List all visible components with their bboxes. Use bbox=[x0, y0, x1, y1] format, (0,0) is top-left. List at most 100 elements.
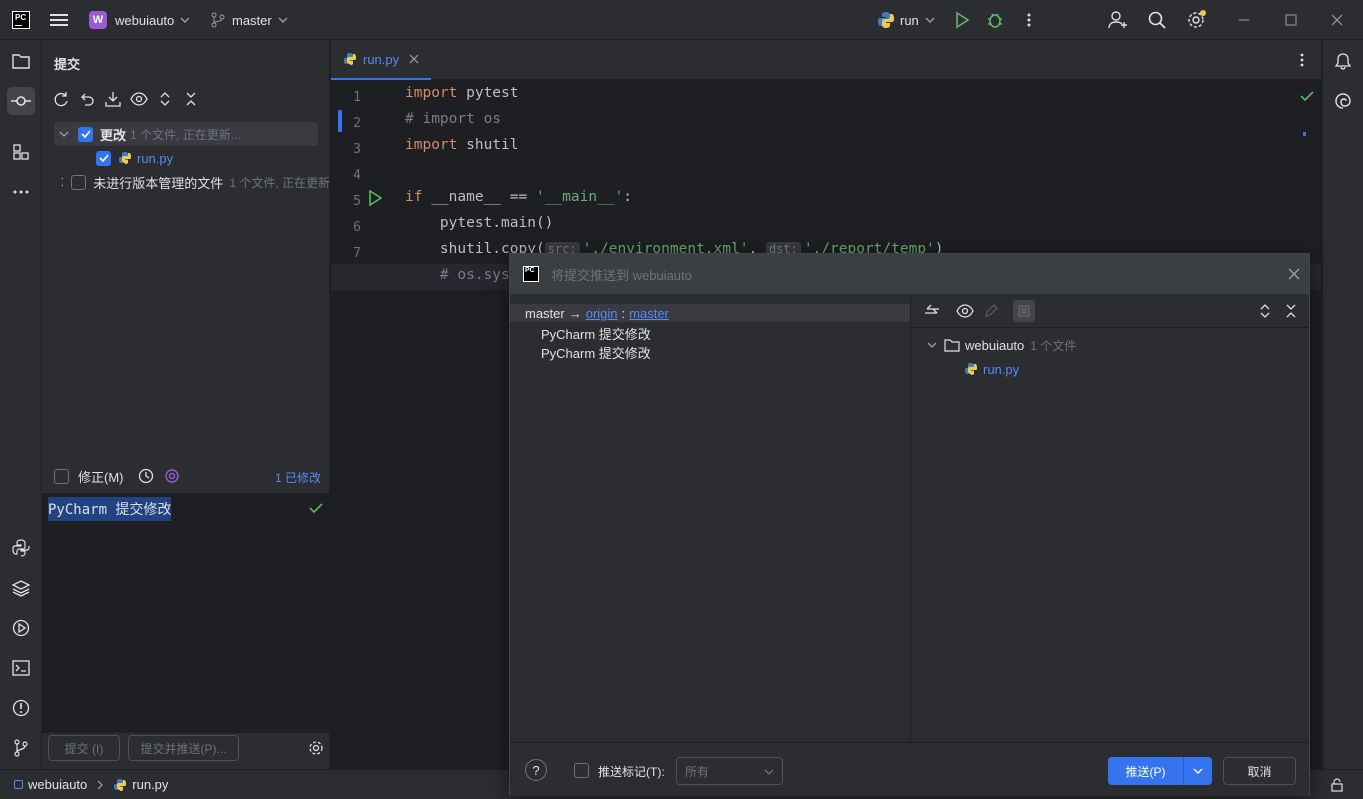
structure-icon[interactable] bbox=[7, 138, 35, 166]
left-tool-strip bbox=[0, 40, 42, 769]
run-config-selector[interactable]: run bbox=[877, 0, 937, 40]
remote-link[interactable]: origin bbox=[586, 306, 618, 321]
run-gutter-icon[interactable] bbox=[368, 190, 382, 206]
unversioned-files-row[interactable]: 未进行版本管理的文件 1 个文件, 正在更新 bbox=[54, 170, 330, 194]
ai-spiral-icon[interactable] bbox=[1334, 92, 1352, 110]
maximize-icon[interactable] bbox=[1285, 0, 1297, 40]
python-console-icon[interactable] bbox=[7, 534, 35, 562]
file-checkbox[interactable] bbox=[96, 150, 111, 166]
code-line-5[interactable]: if __name__ == '__main__': bbox=[405, 189, 632, 205]
push-tags-checkbox[interactable] bbox=[574, 763, 589, 778]
chevron-down-icon[interactable] bbox=[1192, 765, 1204, 777]
code-line-6[interactable]: pytest.main() bbox=[405, 215, 554, 231]
project-name: webuiauto bbox=[115, 12, 175, 28]
push-target-row[interactable]: master → origin : master bbox=[510, 304, 910, 322]
search-icon[interactable] bbox=[1148, 0, 1166, 40]
edit-pencil-icon[interactable] bbox=[984, 304, 998, 318]
commit-item[interactable]: PyCharm 提交修改 bbox=[541, 324, 651, 343]
run-config-name: run bbox=[900, 12, 919, 28]
lock-icon[interactable] bbox=[1330, 778, 1344, 792]
changes-checkbox[interactable] bbox=[78, 126, 93, 142]
collapse-all-icon[interactable] bbox=[1285, 303, 1297, 319]
panel-title: 提交 bbox=[54, 57, 81, 72]
expand-all-icon[interactable] bbox=[1259, 303, 1271, 319]
local-branch: master bbox=[525, 306, 565, 321]
folder-row[interactable]: webuiauto 1 个文件 bbox=[926, 333, 1076, 357]
line-gutter: 1 2 3 4 5 6 7 8 bbox=[331, 82, 405, 769]
unversioned-checkbox[interactable] bbox=[71, 174, 87, 190]
minimize-icon[interactable] bbox=[1238, 0, 1250, 40]
problems-icon[interactable] bbox=[7, 694, 35, 722]
commit-and-push-button[interactable]: 提交并推送(P)... bbox=[128, 735, 239, 761]
branch-selector[interactable]: master bbox=[210, 0, 290, 40]
project-selector[interactable]: W webuiauto bbox=[89, 0, 192, 40]
tags-select[interactable]: 所有 bbox=[676, 757, 783, 785]
add-user-icon[interactable] bbox=[1108, 0, 1128, 40]
terminal-icon[interactable] bbox=[7, 654, 35, 682]
expand-all-icon[interactable] bbox=[156, 90, 174, 108]
close-dialog-icon[interactable] bbox=[1288, 268, 1300, 280]
folder-icon bbox=[944, 339, 960, 352]
tab-run-py[interactable]: run.py bbox=[331, 40, 431, 80]
more-tools-icon[interactable] bbox=[7, 178, 35, 206]
run-button[interactable] bbox=[953, 0, 971, 40]
clock-history-icon[interactable] bbox=[138, 468, 154, 484]
refresh-icon[interactable] bbox=[52, 90, 70, 108]
changes-label: 更改 bbox=[100, 127, 127, 143]
code-line-3[interactable]: import shutil bbox=[405, 137, 519, 153]
commit-panel: 提交 更改 1 个文件, 正在更新... run.py 未进行版本管理的文件 1… bbox=[42, 40, 330, 769]
services-icon[interactable] bbox=[7, 614, 35, 642]
editor-tab-bar: run.py bbox=[331, 40, 1321, 80]
file-row[interactable]: run.py bbox=[964, 357, 1019, 381]
remote-branch-link[interactable]: master bbox=[629, 306, 669, 321]
commit-button[interactable]: 提交 (I) bbox=[48, 735, 120, 761]
rollback-icon[interactable] bbox=[78, 90, 96, 108]
group-by-toggle[interactable] bbox=[1013, 300, 1035, 322]
collapse-all-icon[interactable] bbox=[182, 90, 200, 108]
commit-tool-icon[interactable] bbox=[7, 87, 35, 115]
line-number: 5 bbox=[353, 194, 361, 209]
diff-arrows-icon[interactable] bbox=[924, 303, 940, 319]
more-actions-icon[interactable] bbox=[1026, 0, 1032, 40]
commit-message-area[interactable]: PyCharm 提交修改 bbox=[42, 493, 330, 733]
changed-file-row[interactable]: run.py bbox=[96, 146, 173, 170]
git-icon[interactable] bbox=[7, 734, 35, 762]
push-dialog: PC 将提交推送到 webuiauto master → origin : ma… bbox=[509, 253, 1310, 796]
tags-select-value: 所有 bbox=[685, 764, 710, 779]
line-number: 1 bbox=[353, 90, 361, 105]
project-folder-icon[interactable] bbox=[7, 47, 35, 75]
line-number: 4 bbox=[353, 168, 361, 183]
debug-button[interactable] bbox=[986, 0, 1004, 40]
settings-gear-icon[interactable] bbox=[1187, 0, 1207, 40]
close-window-icon[interactable] bbox=[1331, 0, 1343, 40]
commit-settings-gear-icon[interactable] bbox=[308, 740, 324, 756]
close-tab-icon[interactable] bbox=[409, 54, 419, 64]
commit-item[interactable]: PyCharm 提交修改 bbox=[541, 343, 651, 362]
notifications-bell-icon[interactable] bbox=[1334, 52, 1352, 70]
module-icon bbox=[14, 780, 23, 789]
ai-assistant-icon[interactable] bbox=[164, 468, 180, 484]
breadcrumb-project[interactable]: webuiauto bbox=[28, 777, 87, 792]
code-line-1[interactable]: import pytest bbox=[405, 85, 519, 101]
main-menu-icon[interactable] bbox=[50, 0, 68, 40]
commit-message-text: PyCharm 提交修改 bbox=[48, 497, 172, 521]
changes-meta: 1 个文件, 正在更新... bbox=[130, 127, 241, 142]
project-badge: W bbox=[89, 11, 107, 29]
modified-count-link[interactable]: 1 已修改 bbox=[275, 469, 321, 486]
update-download-icon[interactable] bbox=[104, 90, 122, 108]
amend-row[interactable]: 修正(M) bbox=[54, 464, 180, 488]
changes-group-row[interactable]: 更改 1 个文件, 正在更新... bbox=[54, 122, 318, 146]
code-line-2[interactable]: # import os bbox=[405, 111, 501, 127]
eye-preview-icon[interactable] bbox=[130, 90, 148, 108]
help-button[interactable]: ? bbox=[525, 759, 547, 781]
tab-options-icon[interactable] bbox=[1300, 53, 1304, 67]
python-packages-icon[interactable] bbox=[7, 574, 35, 602]
code-line-8[interactable]: # os.sys bbox=[405, 267, 510, 283]
chevron-down-icon bbox=[180, 17, 190, 23]
push-button[interactable]: 推送(P) bbox=[1108, 757, 1212, 785]
cancel-button[interactable]: 取消 bbox=[1223, 757, 1296, 785]
amend-checkbox[interactable] bbox=[54, 468, 69, 484]
chevron-down-icon bbox=[925, 17, 935, 23]
breadcrumb-file[interactable]: run.py bbox=[132, 777, 168, 792]
eye-preview-icon[interactable] bbox=[956, 304, 974, 318]
